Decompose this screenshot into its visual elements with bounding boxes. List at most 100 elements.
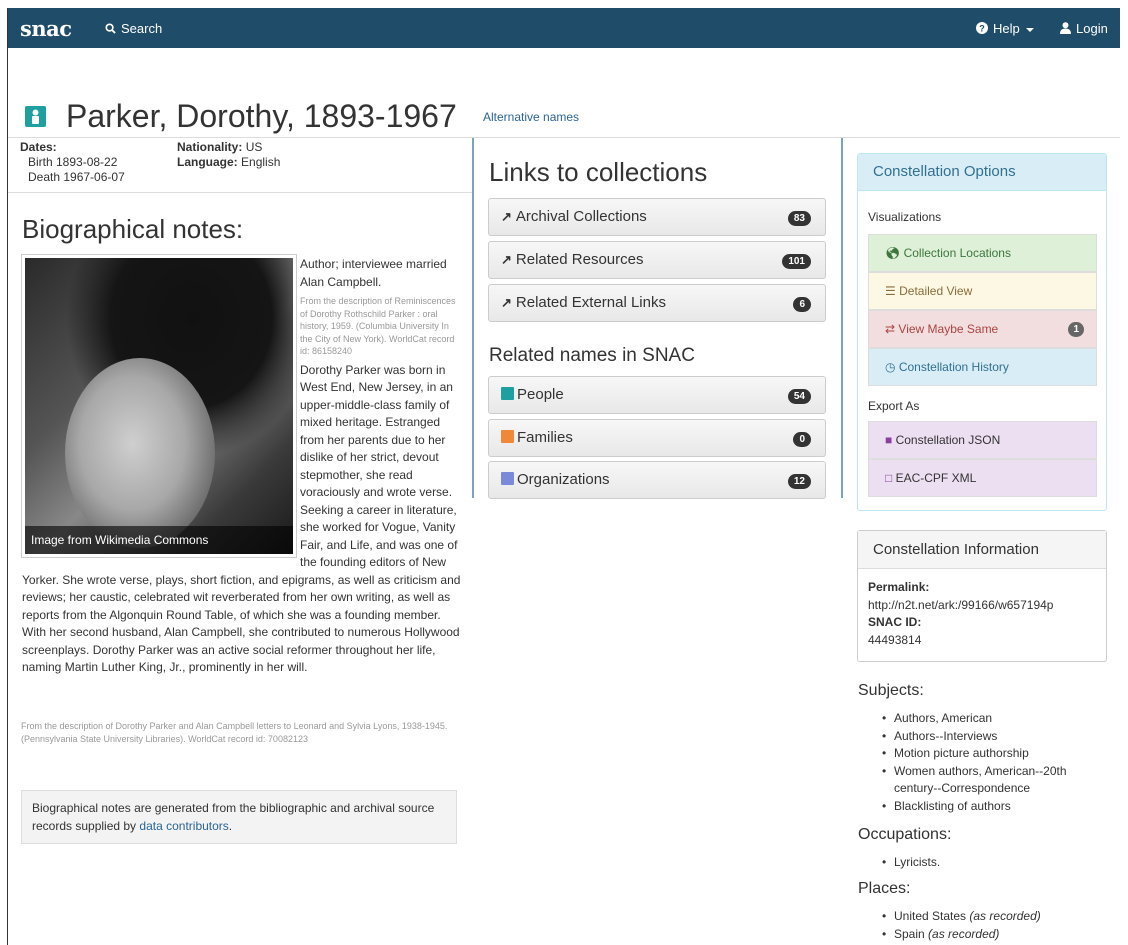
related-external-links-button[interactable]: ↗ Related External Links 6 (488, 284, 826, 322)
places-heading: Places: (858, 880, 911, 897)
data-contributors-link[interactable]: data contributors (139, 819, 228, 833)
birth-date: Birth 1893-08-22 (28, 155, 118, 169)
person-icon (25, 106, 46, 127)
column-divider-2 (841, 138, 843, 498)
links-heading: Links to collections (489, 157, 708, 187)
opt-label: Collection Locations (903, 246, 1011, 260)
globe-icon: 🌎︎ (885, 246, 901, 260)
occupation-item[interactable]: Lyricists. (882, 854, 1108, 872)
bio-note-end: . (228, 818, 233, 833)
dates-label: Dates: (20, 140, 57, 154)
link-label: Related Resources (515, 251, 644, 268)
caret-down-icon (1026, 28, 1035, 32)
link-label: Families (517, 429, 573, 446)
file-icon: ■ (885, 433, 893, 447)
families-button[interactable]: Families 0 (488, 419, 826, 457)
organizations-button[interactable]: Organizations 12 (488, 461, 826, 499)
related-resources-button[interactable]: ↗ Related Resources 101 (488, 241, 826, 279)
related-names-heading: Related names in SNAC (489, 345, 695, 366)
page-left-border (7, 8, 8, 945)
link-label: Organizations (517, 471, 610, 488)
subject-item[interactable]: Authors--Interviews (882, 728, 1108, 746)
nav-search-label: Search (121, 21, 163, 36)
subject-item[interactable]: Women authors, American--20th century--C… (882, 763, 1094, 798)
snac-id-value: 44493814 (868, 632, 922, 647)
eac-cpf-xml-button[interactable]: □ EAC-CPF XML (868, 459, 1097, 497)
constellation-history-button[interactable]: ◷ Constellation History (868, 348, 1097, 386)
subjects-list: Authors, American Authors--Interviews Mo… (858, 710, 1108, 815)
list-icon: ☰ (885, 284, 896, 298)
external-link-icon: ↗ (501, 252, 512, 267)
title-divider (8, 137, 1120, 138)
count-badge: 83 (787, 211, 811, 226)
visualizations-label: Visualizations (868, 210, 942, 224)
opt-label: Detailed View (899, 284, 973, 298)
info-heading: Constellation Information (858, 531, 1106, 569)
count-badge: 101 (782, 254, 811, 269)
place-item[interactable]: Spain (as recorded) (882, 926, 1108, 944)
places-list: United States (as recorded) Spain (as re… (858, 908, 1108, 943)
count-badge: 54 (787, 389, 811, 404)
language-value: English (241, 155, 281, 169)
organization-icon (501, 472, 514, 485)
link-label: Related External Links (515, 294, 666, 311)
archival-collections-button[interactable]: ↗ Archival Collections 83 (488, 198, 826, 236)
language-label: Language: (177, 155, 238, 169)
count-badge: 1 (1068, 322, 1084, 337)
dates-block: Dates: Birth 1893-08-22 Death 1967-06-07 (20, 140, 125, 185)
subject-item[interactable]: Blacklisting of authors (882, 798, 1108, 816)
constellation-json-button[interactable]: ■ Constellation JSON (868, 421, 1097, 459)
detailed-view-button[interactable]: ☰ Detailed View (868, 272, 1097, 310)
opt-label: EAC-CPF XML (895, 471, 977, 485)
snac-logo[interactable]: snac (20, 16, 72, 41)
subjects-heading: Subjects: (858, 682, 924, 699)
bio-disclaimer: Biographical notes are generated from th… (21, 790, 457, 844)
collection-locations-button[interactable]: 🌎︎ Collection Locations (868, 234, 1097, 272)
nav-help-label: Help (993, 21, 1020, 36)
people-button[interactable]: People 54 (488, 376, 826, 414)
options-heading: Constellation Options (858, 154, 1106, 191)
nationality-value: US (245, 140, 263, 154)
column-divider-1 (472, 138, 474, 498)
nationality-label: Nationality: (177, 140, 243, 154)
bio-note-text: Biographical notes are generated from th… (32, 801, 435, 833)
nav-help-dropdown[interactable]: ? Help (976, 21, 1035, 36)
count-badge: 6 (793, 297, 811, 312)
bio-heading: Biographical notes: (22, 214, 244, 244)
top-navbar: snac Search ? Help Login (8, 8, 1120, 48)
nav-login-link[interactable]: Login (1060, 21, 1108, 36)
family-icon (501, 430, 514, 443)
link-label: Archival Collections (515, 208, 647, 225)
count-badge: 0 (793, 432, 811, 447)
opt-label: View Maybe Same (898, 322, 999, 336)
meta-divider (8, 192, 472, 193)
export-as-label: Export As (868, 399, 920, 413)
external-link-icon: ↗ (501, 295, 512, 310)
bio-main-source: From the description of Dorothy Parker a… (21, 721, 448, 744)
shuffle-icon: ⇄ (885, 322, 896, 336)
permalink-value[interactable]: http://n2t.net/ark:/99166/w657194p (868, 597, 1096, 615)
occupations-list: Lyricists. (858, 854, 1108, 872)
search-icon (105, 23, 116, 34)
opt-label: Constellation History (898, 360, 1009, 374)
place-item[interactable]: United States (as recorded) (882, 908, 1108, 926)
question-circle-icon: ? (976, 22, 988, 34)
page-title: Parker, Dorothy, 1893-1967 (66, 98, 457, 134)
clock-icon: ◷ (885, 360, 896, 374)
subject-item[interactable]: Authors, American (882, 710, 1108, 728)
view-maybe-same-button[interactable]: ⇄ View Maybe Same 1 (868, 310, 1097, 348)
opt-label: Constellation JSON (895, 433, 1001, 447)
nav-search-link[interactable]: Search (105, 21, 162, 36)
link-label: People (517, 386, 564, 403)
constellation-options-panel: Constellation Options Visualizations 🌎︎ … (857, 153, 1107, 511)
user-icon (1060, 22, 1071, 34)
count-badge: 12 (787, 474, 811, 489)
occupations-heading: Occupations: (858, 826, 952, 843)
alternative-names-link[interactable]: Alternative names (483, 110, 579, 124)
permalink-label: Permalink: (868, 580, 930, 594)
nationality-block: Nationality: US Language: English (177, 140, 280, 170)
file-code-icon: □ (885, 471, 893, 485)
snac-id-label: SNAC ID: (868, 615, 922, 629)
nav-login-label: Login (1076, 21, 1108, 36)
subject-item[interactable]: Motion picture authorship (882, 745, 1108, 763)
